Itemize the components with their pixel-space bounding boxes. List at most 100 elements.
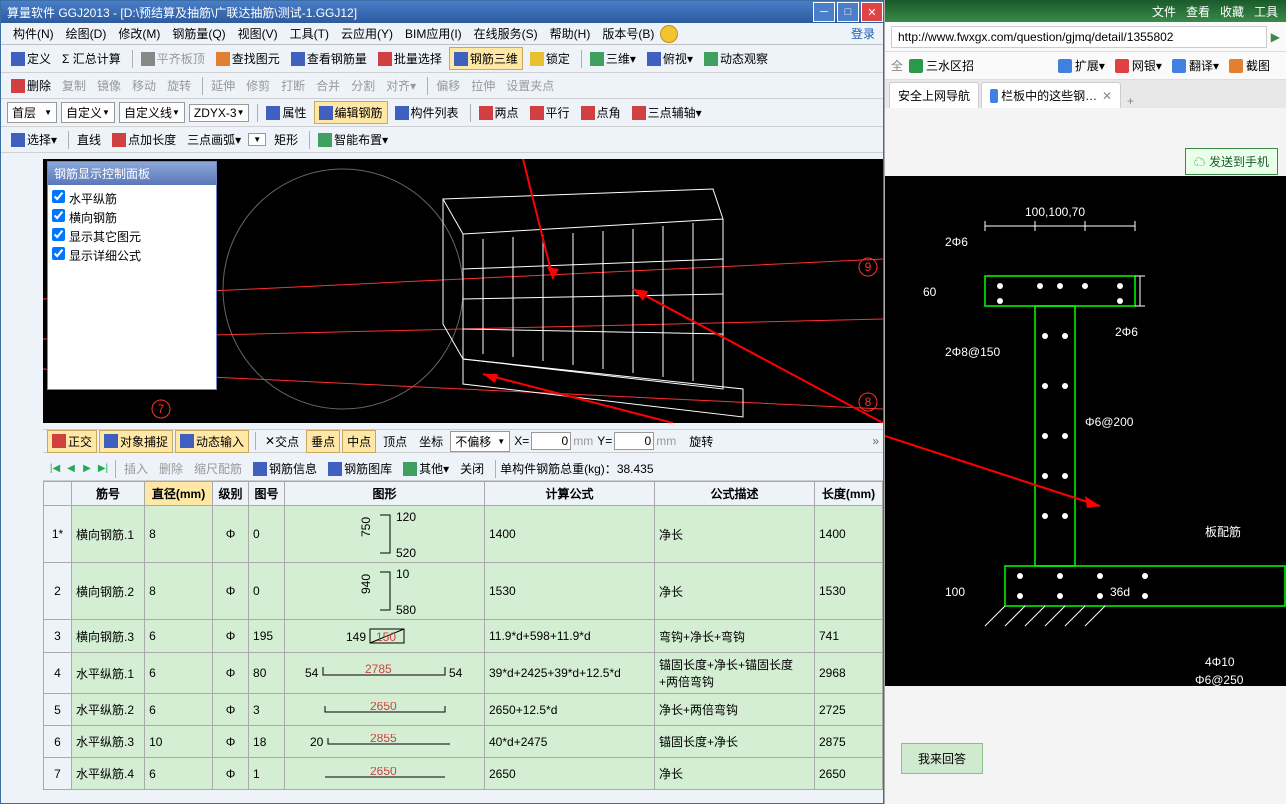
- menu-draw[interactable]: 绘图(D): [60, 23, 113, 44]
- x-input[interactable]: [531, 432, 571, 450]
- set-grip-button[interactable]: 设置夹点: [502, 75, 558, 96]
- rebar-table[interactable]: 筋号 直径(mm) 级别 图号 图形 计算公式 公式描述 长度(mm) 1* 横…: [43, 481, 883, 801]
- rotate-button[interactable]: 旋转: [684, 430, 718, 453]
- cell-name[interactable]: 水平纵筋.4: [72, 758, 145, 790]
- col-index[interactable]: [44, 482, 72, 506]
- login-button[interactable]: 登录: [851, 25, 875, 42]
- cell-desc[interactable]: 净长: [655, 563, 815, 620]
- point-angle-button[interactable]: 点角: [577, 102, 625, 123]
- cell-shape[interactable]: 2650: [285, 694, 485, 726]
- y-input[interactable]: [614, 432, 654, 450]
- cell-pic[interactable]: 80: [249, 653, 285, 694]
- cell-diameter[interactable]: 8: [145, 506, 213, 563]
- cell-shape[interactable]: 149150: [285, 620, 485, 653]
- minimize-button[interactable]: ─: [813, 2, 835, 22]
- url-input[interactable]: http://www.fwxgx.com/question/gjmq/detai…: [891, 26, 1267, 48]
- component-list-button[interactable]: 构件列表: [391, 102, 463, 123]
- table-row[interactable]: 5 水平纵筋.2 6 Φ 3 2650 2650+12.5*d 净长+两倍弯钩 …: [44, 694, 883, 726]
- browser-tab-nav[interactable]: 安全上网导航: [889, 82, 979, 108]
- three-arc-button[interactable]: 三点画弧 ▾: [183, 129, 245, 150]
- cell-pic[interactable]: 195: [249, 620, 285, 653]
- cell-length[interactable]: 741: [815, 620, 883, 653]
- opt-vert-steel[interactable]: 横向钢筋: [52, 208, 212, 227]
- cell-shape[interactable]: 2650: [285, 758, 485, 790]
- fav-link[interactable]: 收藏: [1220, 3, 1244, 20]
- coord-toggle[interactable]: 坐标: [414, 430, 448, 453]
- maximize-button[interactable]: □: [837, 2, 859, 22]
- cell-diameter[interactable]: 6: [145, 620, 213, 653]
- opt-show-formula[interactable]: 显示详细公式: [52, 246, 212, 265]
- flat-template-button[interactable]: 平齐板顶: [137, 48, 209, 69]
- col-desc[interactable]: 公式描述: [655, 482, 815, 506]
- three-point-button[interactable]: 三点辅轴 ▾: [628, 102, 706, 123]
- select-button[interactable]: 选择 ▾: [7, 129, 61, 150]
- nav-prev[interactable]: ◀: [63, 461, 79, 477]
- two-point-button[interactable]: 两点: [475, 102, 523, 123]
- table-row[interactable]: 1* 横向钢筋.1 8 Φ 0 120520750 1400 净长 1400: [44, 506, 883, 563]
- file-link[interactable]: 文件: [1152, 3, 1176, 20]
- trim-button[interactable]: 修剪: [242, 75, 274, 96]
- tools-link[interactable]: 工具: [1254, 3, 1278, 20]
- expand-icon[interactable]: »: [872, 434, 879, 448]
- perp-toggle[interactable]: 垂点: [306, 430, 340, 453]
- tab-close-icon[interactable]: ✕: [1102, 89, 1112, 103]
- cell-pic[interactable]: 0: [249, 506, 285, 563]
- rebar-lib-button[interactable]: 钢筋图库: [324, 458, 396, 479]
- cell-length[interactable]: 2650: [815, 758, 883, 790]
- stretch-button[interactable]: 拉伸: [467, 75, 499, 96]
- answer-button[interactable]: 我来回答: [901, 743, 983, 774]
- cell-desc[interactable]: 弯钩+净长+弯钩: [655, 620, 815, 653]
- cell-formula[interactable]: 1530: [485, 563, 655, 620]
- col-diameter[interactable]: 直径(mm): [145, 482, 213, 506]
- cell-diameter[interactable]: 10: [145, 726, 213, 758]
- zdyx-select[interactable]: ZDYX-3▼: [189, 104, 250, 122]
- define-button[interactable]: 定义: [7, 48, 55, 69]
- cell-desc[interactable]: 锚固长度+净长+锚固长度+两倍弯钩: [655, 653, 815, 694]
- cell-level[interactable]: Φ: [213, 694, 249, 726]
- other-button[interactable]: 其他 ▾: [399, 458, 453, 479]
- cell-desc[interactable]: 锚固长度+净长: [655, 726, 815, 758]
- go-icon[interactable]: ▶: [1271, 30, 1280, 44]
- cell-length[interactable]: 2968: [815, 653, 883, 694]
- cell-pic[interactable]: 1: [249, 758, 285, 790]
- custom-select[interactable]: 自定义▼: [61, 102, 115, 123]
- cell-desc[interactable]: 净长+两倍弯钩: [655, 694, 815, 726]
- 3d-button[interactable]: 三维 ▾: [586, 48, 640, 69]
- offset-mode-select[interactable]: 不偏移▼: [450, 431, 510, 452]
- cell-name[interactable]: 水平纵筋.2: [72, 694, 145, 726]
- cell-diameter[interactable]: 6: [145, 694, 213, 726]
- cell-name[interactable]: 横向钢筋.1: [72, 506, 145, 563]
- menu-steel[interactable]: 钢筋量(Q): [166, 23, 231, 44]
- lock-button[interactable]: 锁定: [526, 48, 574, 69]
- checkbox[interactable]: [52, 209, 65, 222]
- bookmark-screenshot[interactable]: 截图: [1229, 57, 1270, 74]
- break-button[interactable]: 打断: [277, 75, 309, 96]
- custom-line-select[interactable]: 自定义线▼: [119, 102, 185, 123]
- bookmark-translate[interactable]: 翻译 ▾: [1172, 57, 1219, 74]
- offset-button[interactable]: 偏移: [432, 75, 464, 96]
- browser-tab-question[interactable]: 栏板中的这些钢筋信息都指的是 ✕: [981, 82, 1121, 108]
- point-length-button[interactable]: 点加长度: [108, 129, 180, 150]
- dynamic-view-button[interactable]: 动态观察: [700, 48, 772, 69]
- menu-tool[interactable]: 工具(T): [284, 23, 335, 44]
- rect-button[interactable]: 矩形: [270, 129, 302, 150]
- cell-formula[interactable]: 2650: [485, 758, 655, 790]
- col-name[interactable]: 筋号: [72, 482, 145, 506]
- nav-last[interactable]: ▶|: [95, 461, 111, 477]
- osnap-toggle[interactable]: 对象捕捉: [99, 430, 173, 453]
- cell-level[interactable]: Φ: [213, 758, 249, 790]
- merge-button[interactable]: 合并: [312, 75, 344, 96]
- intersect-toggle[interactable]: ✕ 交点: [260, 430, 304, 453]
- menu-help[interactable]: 帮助(H): [544, 23, 597, 44]
- copy-button[interactable]: 复制: [58, 75, 90, 96]
- cell-formula[interactable]: 11.9*d+598+11.9*d: [485, 620, 655, 653]
- view-link[interactable]: 查看: [1186, 3, 1210, 20]
- cell-shape[interactable]: 202855: [285, 726, 485, 758]
- close-panel-button[interactable]: 关闭: [456, 458, 488, 479]
- rotate-button[interactable]: 旋转: [163, 75, 195, 96]
- cell-level[interactable]: Φ: [213, 563, 249, 620]
- bookmark-back[interactable]: 全: [891, 57, 903, 74]
- cell-length[interactable]: 2725: [815, 694, 883, 726]
- parallel-button[interactable]: 平行: [526, 102, 574, 123]
- cell-name[interactable]: 横向钢筋.3: [72, 620, 145, 653]
